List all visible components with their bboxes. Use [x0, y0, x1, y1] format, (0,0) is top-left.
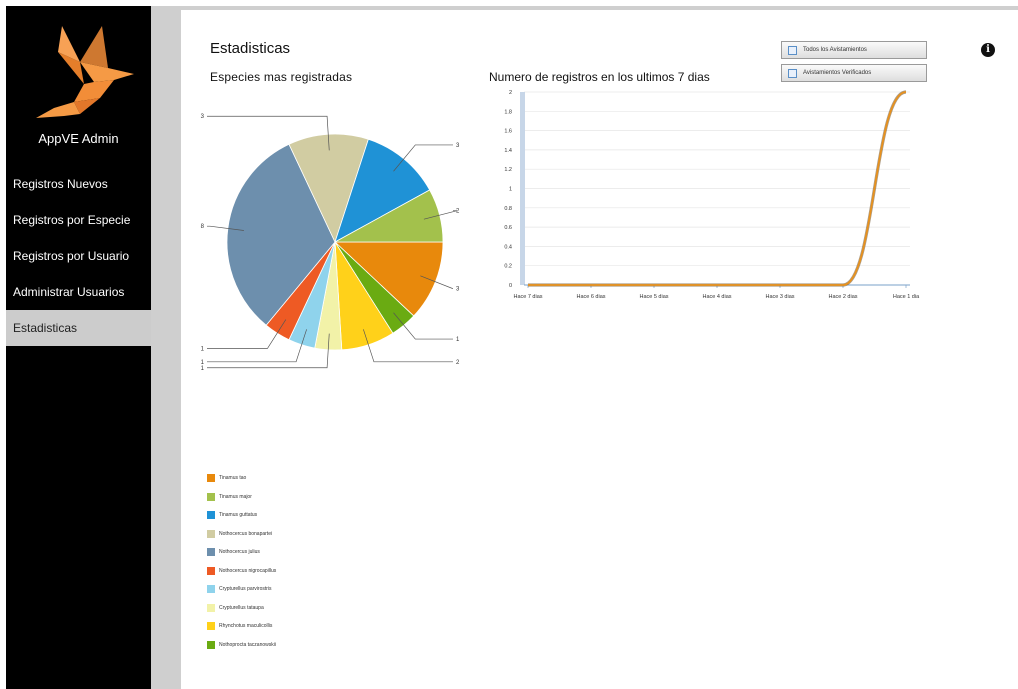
- sidebar-item-registros-por-especie[interactable]: Registros por Especie: [6, 202, 151, 238]
- legend-swatch: [207, 548, 215, 556]
- legend-swatch: [207, 566, 215, 575]
- sidebar-item-administrar-usuarios[interactable]: Administrar Usuarios: [6, 274, 151, 310]
- export-icon: [788, 45, 797, 55]
- pie-chart-title: Especies mas registradas: [210, 70, 353, 84]
- legend-label: Nothocercus bonapartei: [219, 530, 273, 537]
- x-tick-label: Hace 5 dias: [639, 294, 668, 300]
- legend-label: Rhynchotus maculicollis: [219, 623, 273, 629]
- sidebar-gutter: [151, 6, 181, 689]
- legend-item[interactable]: Nothocercus bonapartei: [207, 529, 276, 549]
- legend-swatch: [207, 585, 215, 593]
- legend-label: Crypturellus tataupa: [219, 604, 264, 611]
- legend-label: Tinamus tao: [219, 475, 247, 481]
- y-tick-label: 0: [509, 283, 512, 289]
- pie-data-label: 1: [201, 366, 205, 372]
- all-sightings-button-label: Todos los Avistamientos: [803, 47, 867, 53]
- export-icon: [788, 68, 797, 78]
- pie-data-label: 3: [456, 143, 460, 149]
- legend-item[interactable]: Nothocercus julius: [207, 548, 276, 567]
- pie-chart: 3121118332: [201, 114, 460, 372]
- x-tick-label: Hace 3 dias: [765, 294, 794, 300]
- legend-item[interactable]: Tinamus tao: [207, 474, 276, 493]
- sidebar-item-registros-por-usuario[interactable]: Registros por Usuario: [6, 238, 151, 274]
- origami-bird-logo: [36, 26, 134, 118]
- pie-data-label: 8: [201, 224, 205, 230]
- y-tick-label: 1.8: [504, 109, 512, 115]
- y-tick-label: 0.6: [504, 225, 512, 231]
- x-tick-label: Hace 2 dias: [828, 294, 857, 300]
- legend-item[interactable]: Rhynchotus maculicollis: [207, 622, 276, 641]
- legend-swatch: [207, 529, 215, 538]
- legend-item[interactable]: Crypturellus tataupa: [207, 603, 276, 623]
- legend-item[interactable]: Tinamus major: [207, 492, 276, 512]
- x-tick-label: Hace 1 dia: [893, 294, 920, 300]
- sidebar-item-estadisticas[interactable]: Estadisticas: [6, 310, 151, 346]
- pie-data-label: 3: [201, 114, 205, 120]
- y-tick-label: 1.6: [504, 129, 512, 135]
- pie-data-label: 3: [456, 286, 460, 292]
- legend-label: Tinamus guttatus: [219, 512, 258, 518]
- y-tick-label: 1.2: [504, 167, 512, 173]
- pie-data-label: 1: [456, 337, 460, 343]
- legend-swatch: [207, 603, 215, 612]
- x-tick-label: Hace 7 dias: [513, 294, 542, 300]
- all-sightings-button[interactable]: Todos los Avistamientos: [781, 41, 927, 59]
- sidebar-nav: Registros Nuevos Registros por Especie R…: [6, 166, 151, 346]
- legend-swatch: [207, 622, 215, 630]
- y-tick-label: 1.4: [504, 148, 512, 154]
- x-tick-label: Hace 6 dias: [576, 294, 605, 300]
- legend-item[interactable]: Nothocercus nigrocapillus: [207, 566, 277, 586]
- sidebar: AppVE Admin Registros Nuevos Registros p…: [6, 6, 151, 689]
- y-tick-label: 0.4: [504, 244, 512, 250]
- y-tick-label: 0.2: [504, 264, 512, 270]
- x-tick-label: Hace 4 dias: [702, 294, 731, 300]
- legend-label: Tinamus major: [219, 493, 252, 500]
- line-chart-title: Numero de registros en los ultimos 7 dia…: [489, 70, 710, 84]
- verified-sightings-button[interactable]: Avistamientos Verificados: [781, 64, 927, 82]
- y-tick-label: 2: [509, 90, 512, 96]
- legend-swatch: [207, 474, 215, 482]
- y-axis-band: [520, 92, 525, 285]
- legend-item[interactable]: Nothoprocta taczanowskii: [207, 640, 276, 660]
- sidebar-item-registros-nuevos[interactable]: Registros Nuevos: [6, 166, 151, 202]
- legend-label: Crypturellus parvirostris: [219, 586, 272, 592]
- y-tick-label: 0.8: [504, 206, 512, 212]
- legend-label: Nothoprocta taczanowskii: [219, 641, 276, 648]
- legend-swatch: [207, 511, 215, 519]
- pie-data-label: 1: [201, 360, 205, 366]
- pie-data-label: 1: [201, 346, 205, 352]
- app-title: AppVE Admin: [38, 131, 119, 146]
- legend-label: Nothocercus julius: [219, 549, 260, 555]
- legend-label: Nothocercus nigrocapillus: [219, 567, 277, 574]
- info-icon[interactable]: i: [981, 43, 995, 57]
- legend-item[interactable]: Crypturellus parvirostris: [207, 585, 276, 604]
- pie-legend: Tinamus tao Tinamus major Tinamus guttatus…: [207, 474, 276, 659]
- page-title: Estadisticas: [210, 40, 291, 57]
- verified-sightings-button-label: Avistamientos Verificados: [803, 70, 872, 76]
- line-chart: 0 0.2 0.4 0.6 0.8 1 1.2 1.4 1.6 1.8 2 Hace 7 dias Ha…: [504, 90, 920, 300]
- pie-data-label: 2: [456, 209, 460, 215]
- pie-data-label: 2: [456, 360, 460, 366]
- legend-swatch: [207, 492, 215, 501]
- y-tick-label: 1: [509, 187, 512, 193]
- legend-swatch: [207, 640, 215, 649]
- legend-item[interactable]: Tinamus guttatus: [207, 511, 276, 530]
